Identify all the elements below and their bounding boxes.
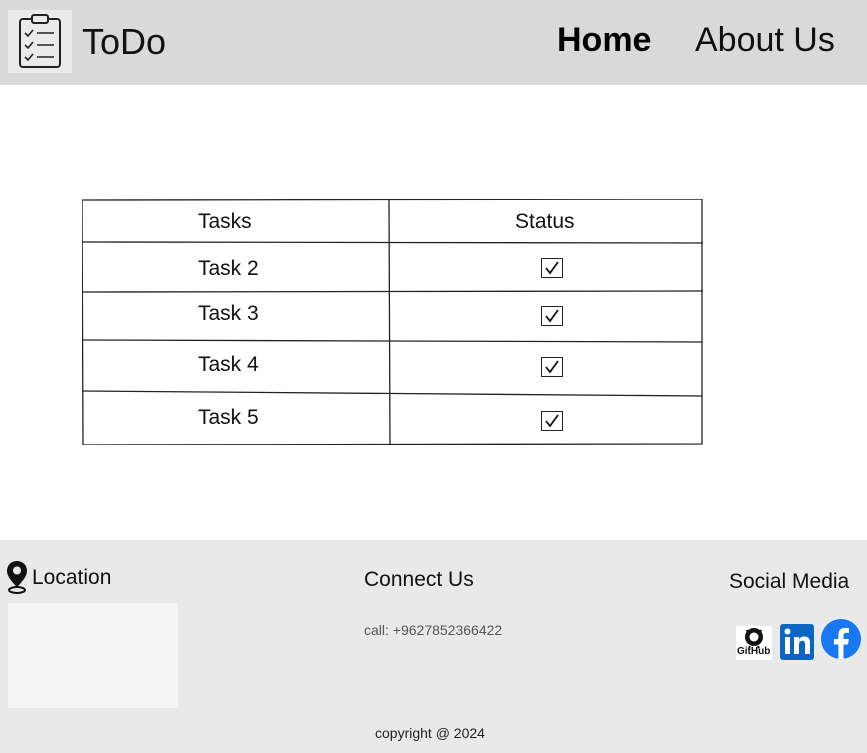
phone-number[interactable]: call: +9627852366422	[364, 622, 502, 638]
location-title: Location	[32, 566, 112, 589]
checkmark-icon	[545, 414, 559, 428]
status-checkbox[interactable]	[541, 411, 563, 431]
task-name: Task 5	[198, 406, 259, 429]
column-header-tasks: Tasks	[198, 210, 252, 233]
connect-title: Connect Us	[364, 568, 474, 591]
linkedin-icon[interactable]	[780, 624, 814, 665]
facebook-icon[interactable]	[820, 618, 862, 665]
task-name: Task 4	[198, 353, 259, 376]
checkmark-icon	[545, 360, 559, 374]
header: ToDo Home About Us	[0, 0, 867, 85]
checkmark-icon	[545, 309, 559, 323]
status-checkbox[interactable]	[541, 357, 563, 377]
nav-about-link[interactable]: About Us	[695, 21, 835, 60]
location-map[interactable]	[8, 603, 178, 708]
tasks-table: Tasks Status Task 2 Task 3 Task 4 Task 5	[82, 199, 703, 445]
github-icon[interactable]: GitHub	[736, 626, 772, 660]
task-name: Task 3	[198, 302, 259, 325]
column-header-status: Status	[515, 210, 575, 233]
clipboard-checklist-icon[interactable]	[8, 10, 72, 73]
social-media-title: Social Media	[729, 570, 850, 593]
table-grid-lines	[82, 199, 703, 445]
location-pin-icon	[6, 560, 28, 599]
brand-title: ToDo	[82, 21, 167, 62]
task-name: Task 2	[198, 257, 259, 280]
checkmark-icon	[545, 261, 559, 275]
footer: Location Connect Us call: +9627852366422…	[0, 540, 867, 753]
github-label: GitHub	[737, 646, 771, 657]
status-checkbox[interactable]	[541, 306, 563, 326]
status-checkbox[interactable]	[541, 258, 563, 278]
nav-home-link[interactable]: Home	[557, 21, 651, 60]
copyright-text: copyright @ 2024	[375, 725, 485, 741]
